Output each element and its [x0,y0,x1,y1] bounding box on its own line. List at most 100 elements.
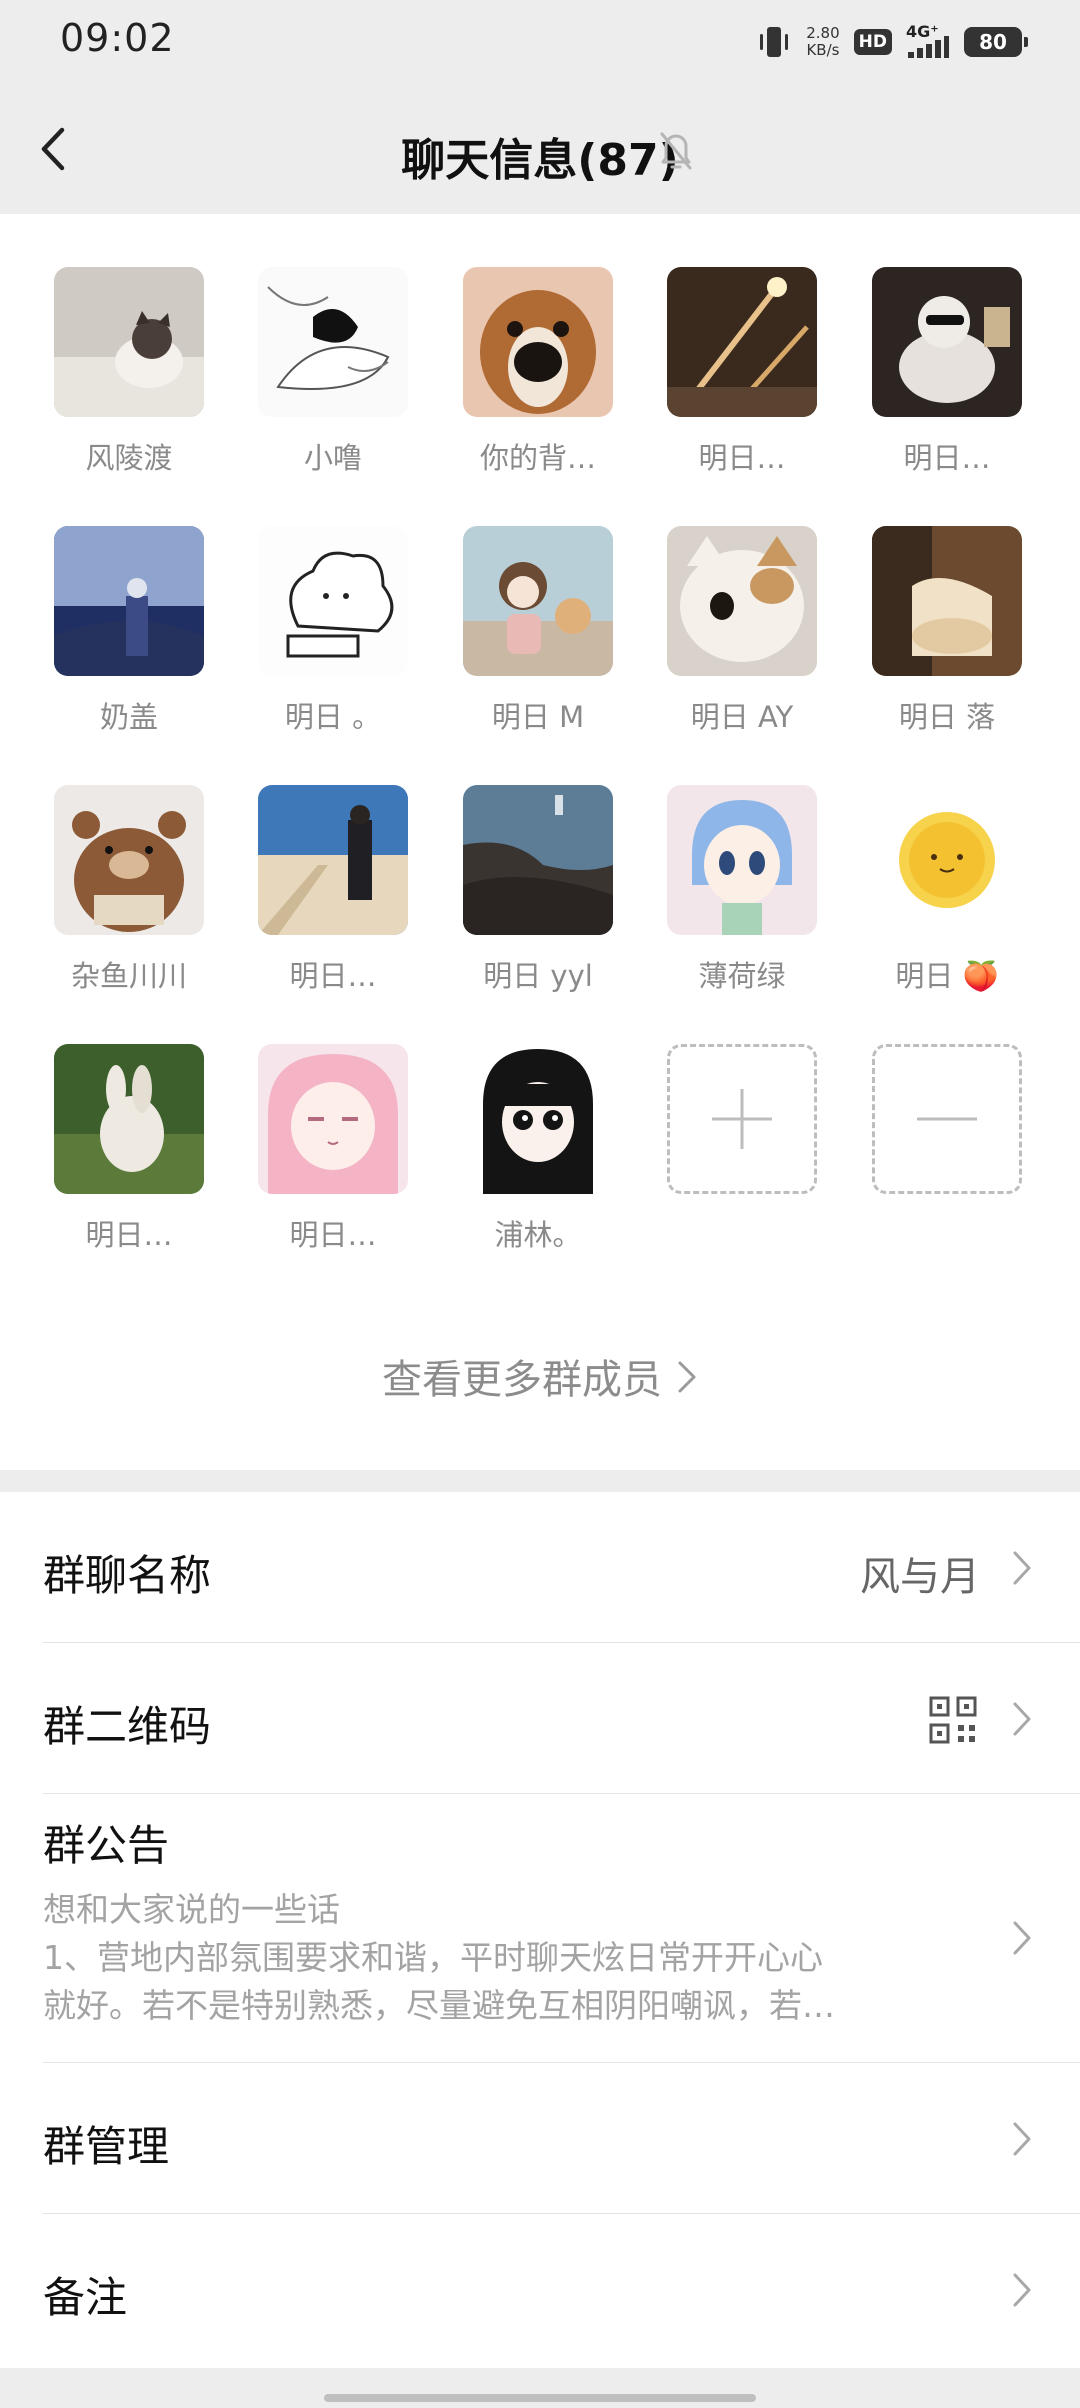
member-name: 明日 🍑 [895,959,999,993]
avatar [872,267,1022,417]
member-item[interactable]: 明日… [49,1044,209,1274]
view-more-members-button[interactable]: 查看更多群成员 [0,1347,1080,1405]
nav-bar: 聊天信息(87) [0,84,1080,214]
bell-off-icon [656,128,696,172]
avatar [54,526,204,676]
remark-label: 备注 [43,2273,128,2322]
group-notice-text: 想和大家说的一些话 1、营地内部氛围要求和谐，平时聊天炫日常开开心心 就好。若不… [43,1886,963,2030]
chevron-right-icon [1013,2122,1031,2156]
net-speed: 2.80 KB/s [806,25,839,59]
chevron-right-icon [1013,1921,1031,1955]
qr-code-icon [929,1696,977,1744]
group-manage-label: 群管理 [43,2122,170,2171]
net-speed-unit: KB/s [806,41,840,59]
group-name-value: 风与月 [860,1554,980,1600]
battery-icon: 80 [964,27,1028,57]
avatar [463,1044,613,1194]
member-name: 明日… [289,1218,377,1252]
chevron-right-icon [1013,1702,1031,1736]
group-qr-label: 群二维码 [43,1702,212,1751]
avatar [258,1044,408,1194]
member-name: 明日… [903,441,991,475]
status-icons: 2.80 KB/s HD 4G⁺ 80 [756,18,1028,66]
member-item[interactable]: 明日 落 [867,526,1027,756]
page-title: 聊天信息(87) [401,135,679,186]
avatar [667,785,817,935]
notice-line: 就好。若不是特别熟悉，尽量避免互相阴阳嘲讽，若… [43,1986,835,2025]
member-item[interactable]: 你的背… [458,267,618,497]
home-indicator[interactable] [324,2394,756,2402]
member-item[interactable]: 风陵渡 [49,267,209,497]
member-name: 明日 落 [898,700,996,734]
hd-badge: HD [853,29,892,55]
member-name: 明日… [698,441,786,475]
member-name: 明日… [289,959,377,993]
member-item[interactable]: 明日 M [458,526,618,756]
avatar [54,267,204,417]
add-member-box[interactable] [667,1044,817,1194]
settings-list: 群聊名称 风与月 群二维码 群公告 想和大家说的一些话 1、营地内部氛围要求和谐… [0,1492,1080,2368]
group-manage-row[interactable]: 群管理 [0,2063,1080,2213]
avatar [463,267,613,417]
member-name: 你的背… [479,441,596,475]
member-name: 奶盖 [99,700,158,734]
avatar [463,526,613,676]
member-name: 薄荷绿 [698,959,786,993]
avatar [258,785,408,935]
avatar [54,785,204,935]
notice-line: 想和大家说的一些话 [43,1890,340,1929]
member-name: 明日 yyl [483,959,593,993]
avatar [667,267,817,417]
status-time: 09:02 [60,16,175,60]
avatar [54,1044,204,1194]
avatar [667,526,817,676]
member-item[interactable]: 杂鱼川川 [49,785,209,1015]
group-name-label: 群聊名称 [43,1551,212,1600]
remove-member-button[interactable] [867,1044,1027,1274]
chevron-right-icon [1013,1551,1031,1585]
member-name: 明日… [85,1218,173,1252]
member-item[interactable]: 明日… [253,1044,413,1274]
member-name: 明日 AY [690,700,794,734]
member-name: 杂鱼川川 [70,959,187,993]
chevron-right-icon [1013,2273,1031,2307]
add-member-button[interactable] [662,1044,822,1274]
avatar [258,526,408,676]
member-grid: 风陵渡 小噜 你的背… 明日… 明日… 奶盖 明日 。 明日 M 明日 AY 明… [0,214,1080,1470]
member-item[interactable]: 浦林。 [458,1044,618,1274]
avatar [463,785,613,935]
member-item[interactable]: 明日… [253,785,413,1015]
group-notice-row[interactable]: 群公告 想和大家说的一些话 1、营地内部氛围要求和谐，平时聊天炫日常开开心心 就… [0,1794,1080,2062]
member-item[interactable]: 明日… [662,267,822,497]
member-name: 风陵渡 [85,441,173,475]
group-notice-label: 群公告 [43,1821,170,1870]
member-item[interactable]: 明日 🍑 [867,785,1027,1015]
group-name-row[interactable]: 群聊名称 风与月 [0,1492,1080,1642]
remove-member-box[interactable] [872,1044,1022,1194]
battery-level: 80 [979,30,1007,54]
remark-row[interactable]: 备注 [0,2214,1080,2364]
notice-line: 1、营地内部氛围要求和谐，平时聊天炫日常开开心心 [43,1938,823,1977]
avatar [872,785,1022,935]
member-item[interactable]: 明日 AY [662,526,822,756]
member-item[interactable]: 明日 yyl [458,785,618,1015]
chevron-right-icon [676,1359,698,1405]
signal-icon: 4G⁺ [906,22,950,62]
member-name: 浦林。 [494,1218,582,1252]
member-name: 明日 M [491,700,585,734]
member-name: 明日 。 [284,700,382,734]
view-more-members-label: 查看更多群成员 [382,1357,662,1403]
avatar [258,267,408,417]
member-name: 小噜 [303,441,362,475]
member-item[interactable]: 薄荷绿 [662,785,822,1015]
member-item[interactable]: 明日… [867,267,1027,497]
member-item[interactable]: 奶盖 [49,526,209,756]
net-speed-value: 2.80 [806,24,840,42]
vibrate-icon [756,21,792,63]
member-item[interactable]: 明日 。 [253,526,413,756]
group-qr-row[interactable]: 群二维码 [0,1643,1080,1793]
plus-icon [712,1089,772,1149]
minus-icon [917,1117,977,1121]
member-item[interactable]: 小噜 [253,267,413,497]
avatar [872,526,1022,676]
